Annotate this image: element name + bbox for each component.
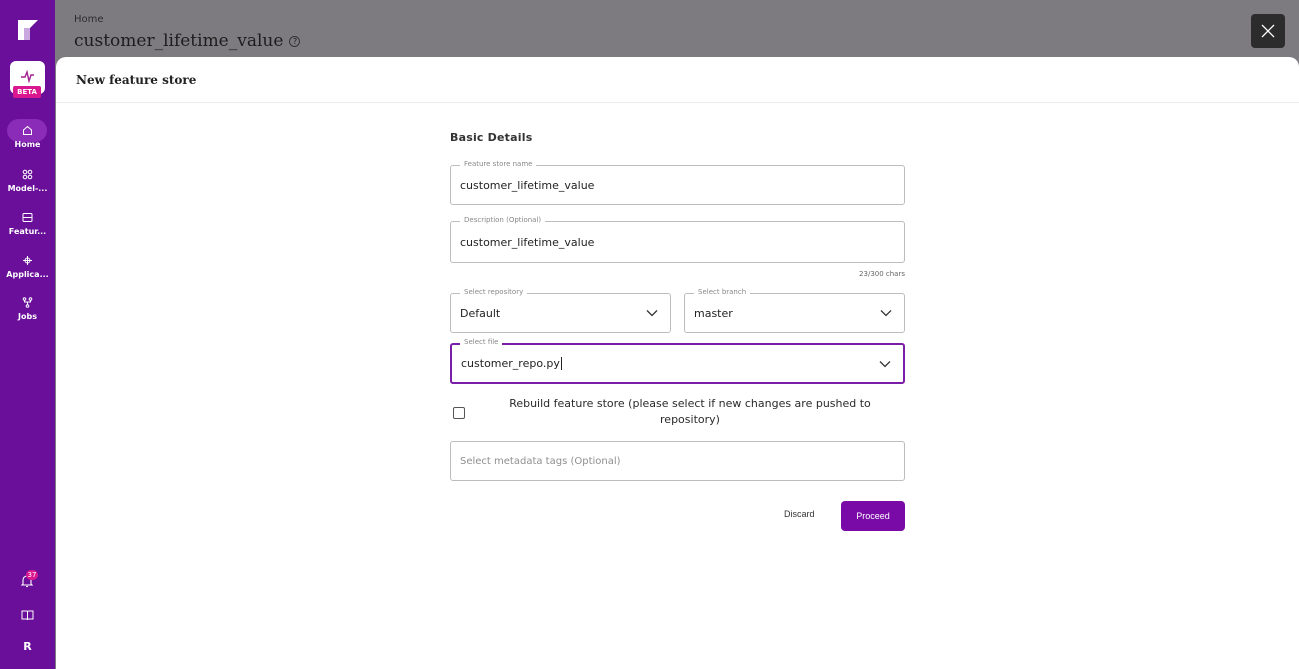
home-icon [23,125,32,135]
repository-select[interactable]: Select repository Default [450,288,671,333]
file-value: customer_repo.py [461,357,560,370]
beta-badge: BETA [13,86,41,98]
rebuild-label[interactable]: Rebuild feature store (please select if … [490,396,890,428]
feature-icon [22,213,33,222]
discard-button[interactable]: Discard [784,509,815,519]
sidebar-item-label: Model-... [7,184,48,193]
chevron-down-icon [880,310,892,317]
sidebar-item-home[interactable]: Home [0,125,55,149]
notification-count-badge: 37 [26,570,38,580]
modal-header: New feature store [56,57,1299,103]
file-select[interactable]: Select file customer_repo.py [450,338,905,384]
app-logo[interactable] [17,19,39,41]
sidebar: BETA Home Model-... Featur... Applica... [0,0,55,669]
sidebar-item-features[interactable]: Featur... [0,212,55,236]
close-icon [1261,24,1275,38]
branch-value: master [694,306,733,320]
text-caret [560,357,562,370]
pulse-icon [21,69,34,83]
feature-store-name-value: customer_lifetime_value [460,178,595,192]
model-icon [22,169,33,180]
char-counter: 23/300 chars [859,270,905,278]
chevron-down-icon [879,360,891,367]
docs-book-icon[interactable] [21,609,34,621]
repository-value: Default [460,306,501,320]
sidebar-item-models[interactable]: Model-... [0,169,55,193]
description-field[interactable]: Description (Optional) customer_lifetime… [450,216,905,263]
new-feature-store-modal: New feature store Basic Details Feature … [56,57,1299,669]
breadcrumb[interactable]: Home [74,14,300,25]
metadata-tags-placeholder: Select metadata tags (Optional) [460,455,621,467]
sidebar-item-applications[interactable]: Applica... [0,255,55,279]
description-value: customer_lifetime_value [460,235,595,249]
sidebar-item-label: Featur... [8,227,47,236]
application-icon [23,256,32,265]
user-avatar[interactable]: R [0,640,55,653]
section-title: Basic Details [450,131,533,144]
sidebar-item-label: Jobs [18,312,37,321]
file-value-wrap: customer_repo.py [461,345,562,382]
rebuild-checkbox[interactable] [453,407,465,419]
modal-title: New feature store [76,72,197,87]
feature-store-form: Basic Details Feature store name custome… [450,131,905,531]
branch-select[interactable]: Select branch master [684,288,905,333]
chevron-down-icon [646,310,658,317]
sidebar-item-label: Applica... [6,270,49,279]
page-title: customer_lifetime_value [74,31,284,51]
sidebar-item-label: Home [14,140,41,149]
help-icon[interactable]: ? [289,35,301,47]
feature-store-name-field[interactable]: Feature store name customer_lifetime_val… [450,160,905,205]
page-title-row: customer_lifetime_value ? [74,31,301,51]
close-modal-button[interactable] [1251,14,1285,48]
proceed-button[interactable]: Proceed [841,501,905,531]
background-header: Home customer_lifetime_value ? [74,14,301,51]
jobs-icon [22,297,33,308]
sidebar-item-jobs[interactable]: Jobs [0,297,55,321]
metadata-tags-select[interactable]: Select metadata tags (Optional) [450,441,905,481]
